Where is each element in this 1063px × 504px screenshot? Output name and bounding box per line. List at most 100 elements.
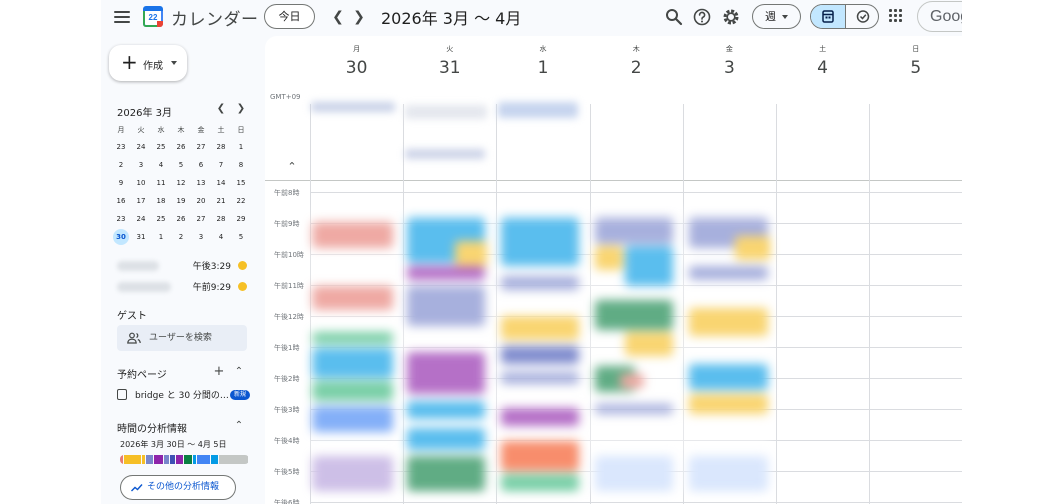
event-block[interactable] <box>501 316 579 340</box>
mini-day-cell[interactable]: 17 <box>131 192 151 210</box>
event-block[interactable] <box>595 456 673 490</box>
mini-day-cell[interactable]: 5 <box>171 156 191 174</box>
mini-day-cell[interactable]: 28 <box>211 138 231 156</box>
create-button[interactable]: + 作成 <box>109 45 187 81</box>
event-block[interactable] <box>313 456 393 490</box>
mini-day-cell[interactable]: 13 <box>191 174 211 192</box>
event-block[interactable] <box>501 346 579 364</box>
mini-day-cell[interactable]: 22 <box>231 192 251 210</box>
event-block[interactable] <box>501 474 579 490</box>
mini-day-cell[interactable]: 7 <box>211 156 231 174</box>
mini-day-cell[interactable]: 16 <box>111 192 131 210</box>
event-block[interactable] <box>501 408 579 426</box>
day-column-header[interactable]: 水1 <box>496 36 589 78</box>
mini-day-cell[interactable]: 1 <box>231 138 251 156</box>
mini-day-cell[interactable]: 9 <box>111 174 131 192</box>
more-insights-button[interactable]: その他の分析情報 <box>120 475 236 500</box>
event-block[interactable] <box>407 352 485 394</box>
mini-day-cell[interactable]: 8 <box>231 156 251 174</box>
event-block[interactable] <box>313 286 393 310</box>
event-block[interactable] <box>595 218 673 244</box>
mini-next-month-icon[interactable]: ❯ <box>234 102 248 116</box>
mini-day-cell[interactable]: 14 <box>211 174 231 192</box>
mini-day-cell[interactable]: 21 <box>211 192 231 210</box>
mini-day-cell[interactable]: 26 <box>171 138 191 156</box>
google-apps-icon[interactable] <box>889 9 903 23</box>
mini-day-cell[interactable]: 24 <box>131 138 151 156</box>
event-block[interactable] <box>455 241 487 267</box>
calendar-view-toggle[interactable] <box>811 5 845 28</box>
all-day-event[interactable] <box>498 102 578 118</box>
mini-day-cell[interactable]: 3 <box>191 228 211 246</box>
mini-day-cell[interactable]: 2 <box>171 228 191 246</box>
main-menu-icon[interactable] <box>113 8 131 26</box>
mini-day-cell[interactable]: 31 <box>131 228 151 246</box>
mini-day-cell[interactable]: 27 <box>191 210 211 228</box>
event-block[interactable] <box>407 401 485 419</box>
help-icon[interactable] <box>692 7 712 27</box>
event-block[interactable] <box>625 332 673 356</box>
next-week-icon[interactable]: ❯ <box>349 7 369 27</box>
event-block[interactable] <box>689 394 767 414</box>
day-column-header[interactable]: 木2 <box>590 36 683 78</box>
event-block[interactable] <box>625 246 673 286</box>
mini-day-cell[interactable]: 20 <box>191 192 211 210</box>
mini-day-cell[interactable]: 12 <box>171 174 191 192</box>
mini-day-cell[interactable]: 26 <box>171 210 191 228</box>
collapse-all-day-icon[interactable]: ⌃ <box>285 160 299 174</box>
event-block[interactable] <box>313 332 393 344</box>
event-block[interactable] <box>689 364 767 390</box>
mini-day-cell[interactable]: 10 <box>131 174 151 192</box>
mini-day-cell[interactable]: 11 <box>151 174 171 192</box>
event-block[interactable] <box>313 406 393 432</box>
event-block[interactable] <box>407 286 485 326</box>
mini-day-cell[interactable]: 28 <box>211 210 231 228</box>
day-column-header[interactable]: 金3 <box>683 36 776 78</box>
event-block[interactable] <box>689 308 767 336</box>
event-block[interactable] <box>407 428 485 450</box>
mini-day-cell[interactable]: 29 <box>231 210 251 228</box>
event-block[interactable] <box>313 348 393 378</box>
event-block[interactable] <box>595 300 673 330</box>
chevron-up-icon[interactable]: ⌃ <box>232 419 246 433</box>
day-column-header[interactable]: 土4 <box>776 36 869 78</box>
search-users-input[interactable]: ユーザーを検索 <box>117 325 247 351</box>
mini-day-cell[interactable]: 6 <box>191 156 211 174</box>
mini-day-cell[interactable]: 30 <box>111 228 131 246</box>
today-button[interactable]: 今日 <box>264 4 315 29</box>
event-block[interactable] <box>595 404 673 414</box>
mini-day-cell[interactable]: 3 <box>131 156 151 174</box>
add-booking-page-icon[interactable]: + <box>212 365 226 379</box>
tasks-view-toggle[interactable] <box>845 5 878 28</box>
mini-day-cell[interactable]: 1 <box>151 228 171 246</box>
settings-gear-icon[interactable] <box>721 7 741 27</box>
all-day-event[interactable] <box>311 102 395 112</box>
mini-day-cell[interactable]: 18 <box>151 192 171 210</box>
mini-prev-month-icon[interactable]: ❮ <box>214 102 228 116</box>
mini-day-cell[interactable]: 15 <box>231 174 251 192</box>
mini-day-cell[interactable]: 25 <box>151 138 171 156</box>
all-day-event[interactable] <box>405 149 485 159</box>
mini-day-cell[interactable]: 23 <box>111 210 131 228</box>
mini-day-cell[interactable]: 23 <box>111 138 131 156</box>
mini-day-cell[interactable]: 5 <box>231 228 251 246</box>
all-day-event[interactable] <box>405 105 487 119</box>
day-column-header[interactable]: 月 30 <box>310 36 403 78</box>
mini-day-cell[interactable]: 4 <box>211 228 231 246</box>
event-block[interactable] <box>735 236 769 260</box>
search-icon[interactable] <box>664 7 684 27</box>
day-column-header[interactable]: 火 31 <box>403 36 496 78</box>
mini-day-cell[interactable]: 27 <box>191 138 211 156</box>
event-block[interactable] <box>501 218 579 266</box>
event-block[interactable] <box>313 381 393 401</box>
mini-day-cell[interactable]: 2 <box>111 156 131 174</box>
event-block[interactable] <box>407 266 485 280</box>
event-block[interactable] <box>595 246 623 270</box>
event-block[interactable] <box>501 441 579 471</box>
chevron-up-icon[interactable]: ⌃ <box>232 365 246 379</box>
event-block[interactable] <box>501 372 579 384</box>
day-column-header[interactable]: 日5 <box>869 36 962 78</box>
event-block[interactable] <box>313 222 393 248</box>
view-selector[interactable]: 週 <box>752 4 801 29</box>
account-button[interactable]: Goog <box>917 1 962 32</box>
